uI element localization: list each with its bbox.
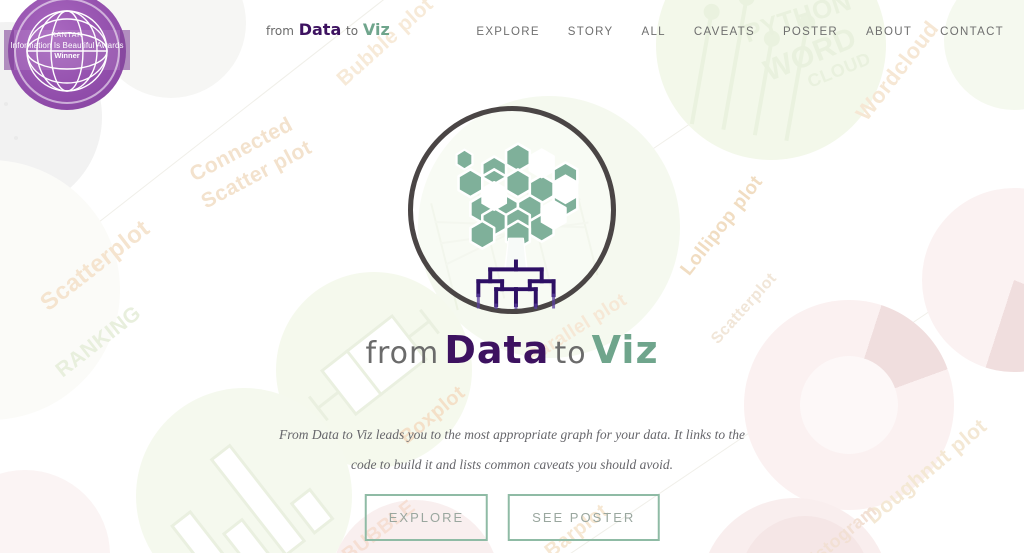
award-badge[interactable]: KANTAR Information Is Beautiful Awards W… [4, 0, 130, 110]
site-logo-small[interactable]: from Data to Viz [266, 20, 390, 39]
nav-item-poster[interactable]: POSTER [783, 26, 838, 38]
hero-cta-group: EXPLORE SEE POSTER [364, 494, 660, 541]
hero-title-to: to [554, 336, 587, 371]
nav-item-explore[interactable]: EXPLORE [476, 26, 539, 38]
main-navigation: EXPLORE STORY ALL CAVEATS POSTER ABOUT CONTACT [476, 26, 1004, 38]
see-poster-button[interactable]: SEE POSTER [508, 494, 660, 541]
tree-hexagon-dendrogram-icon [408, 106, 616, 314]
explore-button[interactable]: EXPLORE [364, 494, 489, 541]
site-logo-large: from Data to Viz [0, 328, 1024, 372]
hero-title-from: from [365, 336, 440, 371]
badge-award-status: Winner [54, 50, 80, 60]
logo-word-data: Data [298, 20, 342, 39]
hero-title-viz: Viz [591, 328, 659, 372]
badge-award-org: KANTAR [51, 32, 83, 39]
nav-item-about[interactable]: ABOUT [866, 26, 912, 38]
hero-title-data: Data [444, 328, 550, 372]
logo-word-from: from [266, 24, 294, 38]
nav-item-story[interactable]: STORY [568, 26, 614, 38]
hero-description-line-2: code to build it and lists common caveat… [350, 456, 674, 472]
logo-word-viz: Viz [362, 20, 390, 39]
badge-text-group: KANTAR Information Is Beautiful Awards W… [8, 32, 126, 60]
badge-award-name: Information Is Beautiful Awards [10, 40, 124, 50]
hero-description: From Data to Viz leads you to the most a… [277, 420, 747, 479]
logo-word-to: to [346, 24, 359, 38]
nav-item-all[interactable]: ALL [642, 26, 666, 38]
hero-section: from Data to Viz From Data to Viz leads … [0, 0, 1024, 553]
nav-item-contact[interactable]: CONTACT [940, 26, 1004, 38]
site-header: KANTAR Information Is Beautiful Awards W… [0, 0, 1024, 110]
hero-description-line-1: From Data to Viz leads you to the most a… [279, 427, 745, 442]
nav-item-caveats[interactable]: CAVEATS [694, 26, 755, 38]
